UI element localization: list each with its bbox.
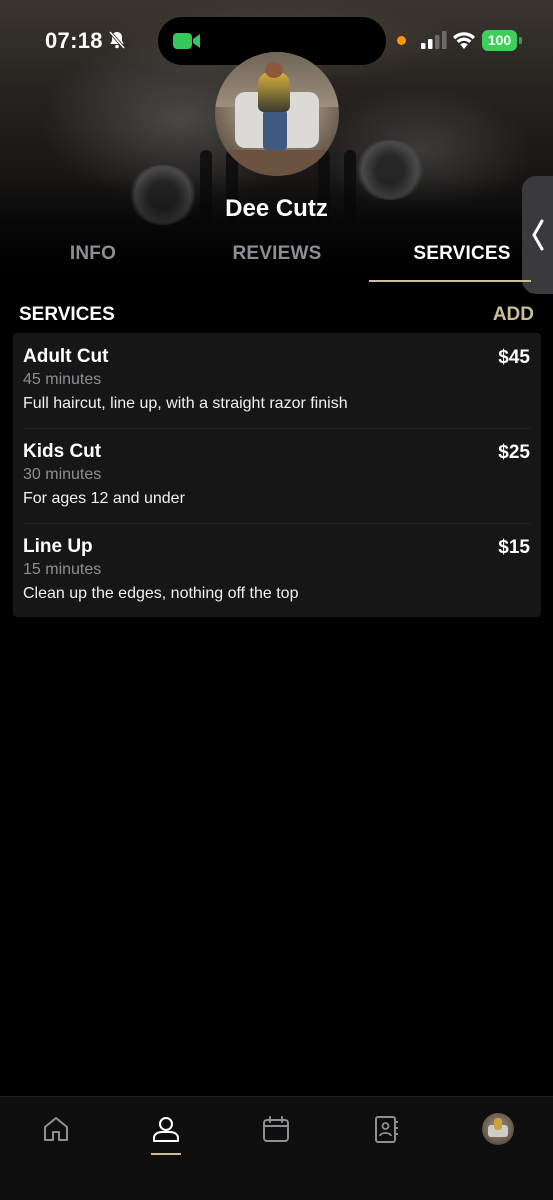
profile-avatar[interactable] xyxy=(215,52,339,176)
services-header: SERVICES ADD xyxy=(19,303,534,329)
service-item[interactable]: Kids Cut 30 minutes For ages 12 and unde… xyxy=(13,428,541,523)
service-description: For ages 12 and under xyxy=(23,490,185,507)
service-duration: 45 minutes xyxy=(23,371,102,388)
service-price: $25 xyxy=(498,442,530,463)
profile-name: Dee Cutz xyxy=(225,195,328,222)
tab-services[interactable]: SERVICES xyxy=(400,243,524,265)
active-tab-indicator xyxy=(369,280,531,282)
service-duration: 15 minutes xyxy=(23,561,102,578)
service-name: Kids Cut xyxy=(23,441,102,462)
nav-calendar[interactable] xyxy=(256,1111,296,1151)
tab-info[interactable]: INFO xyxy=(58,243,128,265)
wifi-icon xyxy=(453,32,475,49)
orange-dot-indicator xyxy=(397,36,406,45)
service-name: Adult Cut xyxy=(23,346,109,367)
service-duration: 30 minutes xyxy=(23,466,102,483)
nav-home[interactable] xyxy=(36,1111,76,1151)
service-description: Clean up the edges, nothing off the top xyxy=(23,585,299,602)
home-icon xyxy=(44,1117,68,1141)
add-service-button[interactable]: ADD xyxy=(493,304,534,326)
services-list: Adult Cut 45 minutes Full haircut, line … xyxy=(13,333,541,617)
service-item[interactable]: Line Up 15 minutes Clean up the edges, n… xyxy=(13,523,541,618)
profile-icon xyxy=(153,1117,179,1142)
avatar xyxy=(482,1113,514,1145)
service-description: Full haircut, line up, with a straight r… xyxy=(23,395,348,412)
nav-profile[interactable] xyxy=(146,1111,186,1151)
service-item[interactable]: Adult Cut 45 minutes Full haircut, line … xyxy=(13,333,541,428)
facetime-camera-icon xyxy=(173,33,200,49)
battery-icon: 100 xyxy=(482,30,522,51)
bottom-nav xyxy=(0,1096,553,1200)
bell-slash-icon xyxy=(108,30,126,50)
nav-active-indicator xyxy=(151,1153,181,1155)
calendar-icon xyxy=(263,1116,289,1142)
contacts-book-icon xyxy=(375,1116,398,1143)
tab-reviews[interactable]: REVIEWS xyxy=(218,243,336,265)
service-price: $45 xyxy=(498,347,530,368)
nav-contacts[interactable] xyxy=(366,1111,406,1151)
battery-level: 100 xyxy=(482,30,517,51)
service-name: Line Up xyxy=(23,536,93,557)
nav-account-avatar[interactable] xyxy=(478,1111,518,1151)
section-title: SERVICES xyxy=(19,304,115,325)
service-price: $15 xyxy=(498,537,530,558)
status-time: 07:18 xyxy=(45,28,103,53)
profile-tabs: INFO REVIEWS SERVICES xyxy=(0,236,553,284)
cellular-signal-icon xyxy=(421,31,447,49)
